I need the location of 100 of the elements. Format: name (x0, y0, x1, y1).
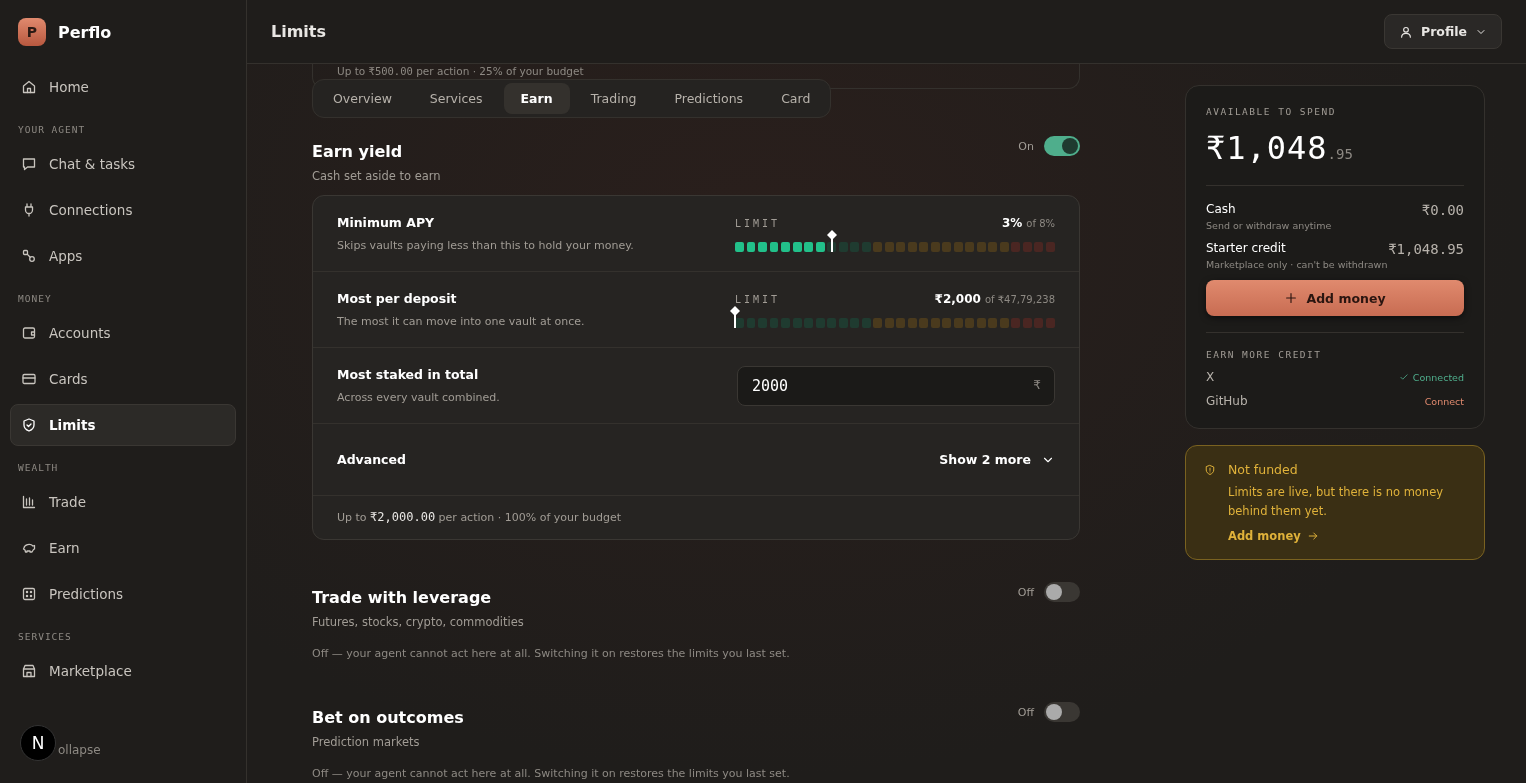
setting-title: Advanced (337, 452, 406, 467)
sidebar-item[interactable]: Home (10, 66, 236, 108)
setting-description: Skips vaults paying less than this to hold your money. (337, 239, 634, 252)
section-title: Trade with leverage (312, 588, 493, 607)
meter-segment (988, 318, 998, 328)
meter-segment (769, 242, 779, 252)
sidebar-item[interactable]: Marketplace (10, 650, 236, 692)
limit-label: LIMIT (735, 294, 781, 305)
meter-segment (953, 242, 963, 252)
meter-segment (942, 242, 952, 252)
section-subtitle: Prediction markets (312, 735, 421, 749)
home-icon (21, 79, 37, 95)
chat-icon (21, 156, 37, 172)
section-title: Bet on outcomes (312, 708, 464, 727)
section-subtitle: Cash set aside to earn (312, 169, 441, 183)
meter-segment (792, 242, 802, 252)
plus-icon (1284, 291, 1299, 305)
section-note: Off — your agent cannot act here at all. Switching it on restores the limits you last set. (312, 767, 791, 780)
card-icon (21, 371, 37, 387)
check-icon (1398, 372, 1409, 382)
chart-icon (21, 494, 37, 510)
sidebar-item[interactable]: Chat & tasks (10, 143, 236, 185)
balance-amount: ₹1,048 (1206, 129, 1328, 167)
meter-segment (896, 242, 906, 252)
toggle-label: Off (1017, 705, 1034, 719)
balance-cents: .95 (1327, 146, 1353, 162)
currency-symbol: ₹ (1033, 377, 1041, 392)
meter-segment (758, 242, 767, 252)
toggle-switch[interactable] (1044, 702, 1080, 722)
profile-button[interactable]: Profile (1384, 14, 1502, 49)
slider-handle[interactable] (827, 230, 838, 252)
setting-title: Most staked in total (337, 367, 480, 382)
wallet-icon (21, 325, 37, 341)
meter-segment (804, 242, 813, 252)
balance-label: AVAILABLE TO SPEND (1206, 106, 1337, 117)
sidebar-item[interactable]: Trade (10, 481, 236, 523)
meter-segment (884, 242, 894, 252)
meter-segment (1011, 242, 1021, 252)
meter-segment (735, 242, 744, 252)
meter-segment (930, 242, 940, 252)
balance-line-title: Cash (1206, 202, 1237, 216)
brand-name: Perflo (58, 22, 112, 42)
meter-segment (953, 318, 963, 328)
sidebar-item[interactable]: Predictions (10, 573, 236, 615)
toggle-label: Off (1017, 585, 1034, 599)
sidebar-item[interactable]: Apps (10, 235, 236, 277)
add-money-button[interactable]: Add money (1206, 280, 1464, 316)
section-label: MONEY (17, 292, 53, 306)
credit-source: X (1206, 370, 1215, 384)
section-note: Off — your agent cannot act here at all. Switching it on restores the limits you last set. (312, 647, 791, 660)
sidebar-item[interactable]: Earn (10, 527, 236, 569)
user-icon (1399, 24, 1414, 39)
balance-line-note: Marketplace only · can't be withdrawn (1206, 259, 1388, 270)
meter-segment (1022, 242, 1032, 252)
meter-segment (976, 318, 986, 328)
section-title: Earn yield (312, 142, 404, 161)
meter-segment (1034, 242, 1044, 252)
connect-link[interactable]: Connect (1424, 395, 1464, 407)
add-money-link[interactable]: Add money (1228, 529, 1466, 543)
setting-description: Across every vault combined. (337, 391, 500, 404)
sidebar-item[interactable]: Connections (10, 189, 236, 231)
toggle-switch[interactable] (1044, 582, 1080, 602)
meter-segment (988, 242, 998, 252)
meter-segment (781, 242, 790, 252)
tab[interactable]: Earn (503, 83, 570, 114)
setting-title: Most per deposit (337, 291, 458, 306)
meter-segment (930, 318, 940, 328)
toggle-switch[interactable] (1044, 136, 1080, 156)
dev-badge[interactable]: N (20, 725, 56, 761)
meter-segment (746, 242, 756, 252)
meter-segment (999, 242, 1009, 252)
limit-value: ₹2,000 (934, 292, 981, 306)
meter-segment (873, 318, 883, 328)
balance-line-note: Send or withdraw anytime (1206, 220, 1332, 231)
slider-handle[interactable] (730, 306, 740, 328)
meter-segment (976, 242, 986, 252)
sidebar-item[interactable]: Cards (10, 358, 236, 400)
meter-segment (965, 318, 975, 328)
balance-line-value: ₹1,048.95 (1388, 241, 1464, 259)
meter-segment (999, 318, 1009, 328)
meter-segment (965, 242, 975, 252)
limit-value: 3% (1001, 216, 1023, 230)
page-title: Limits (271, 22, 326, 41)
sidebar-item[interactable]: Limits (10, 404, 236, 446)
meter-segment (907, 242, 917, 252)
earn-credit-label: EARN MORE CREDIT (1206, 332, 1464, 360)
show-more-button[interactable]: Show 2 more (939, 452, 1055, 467)
meter-segment (919, 318, 929, 328)
balance-line-title: Starter credit (1206, 241, 1287, 255)
meter-segment (942, 318, 952, 328)
credit-source: GitHub (1206, 394, 1248, 408)
apps-icon (21, 248, 37, 264)
meter-segment (1045, 242, 1055, 252)
section-subtitle: Futures, stocks, crypto, commodities (312, 615, 524, 629)
connected-status[interactable]: Connected (1398, 371, 1464, 383)
store-icon (21, 663, 37, 679)
sidebar-item[interactable]: Accounts (10, 312, 236, 354)
meter-segment (884, 318, 894, 328)
section-label: YOUR AGENT (17, 123, 87, 137)
shield-icon (21, 417, 37, 433)
